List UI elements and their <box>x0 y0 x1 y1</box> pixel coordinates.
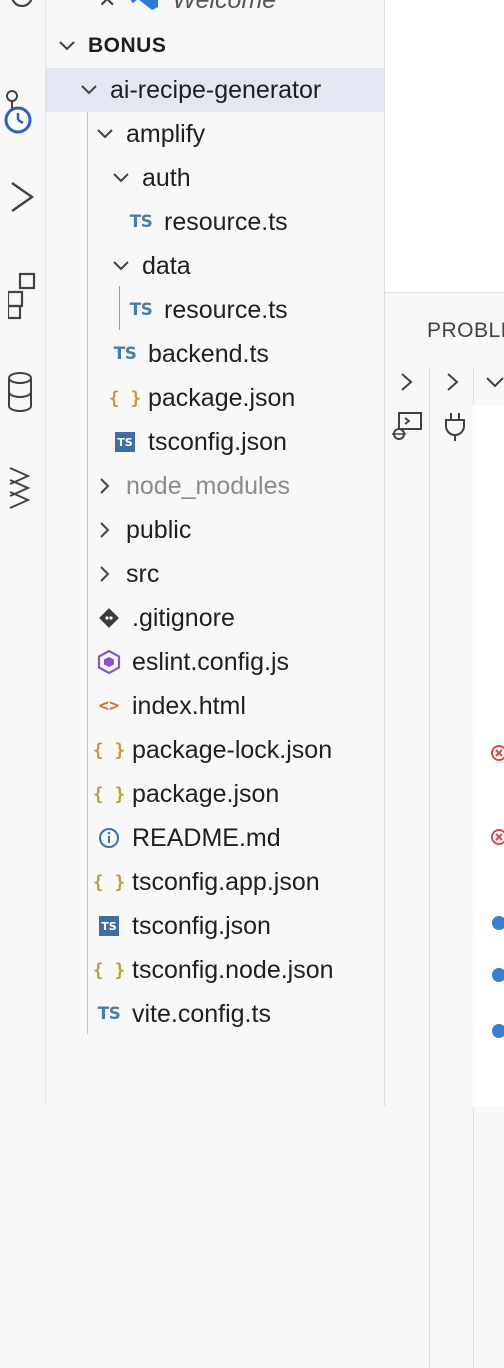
info-dot-icon[interactable] <box>489 913 504 938</box>
tree-item-label: ai-recipe-generator <box>110 75 322 104</box>
info-file-icon <box>94 827 124 849</box>
chevron-down-icon <box>94 123 116 145</box>
panel-column <box>385 368 430 1368</box>
json-file-icon: { } <box>92 871 126 893</box>
tree-item-label: resource.ts <box>164 207 288 236</box>
json-file-icon: { } <box>92 783 126 805</box>
typescript-file-icon: TS <box>129 300 153 320</box>
chevron-right-icon <box>94 475 116 497</box>
tree-item-label: package-lock.json <box>132 735 333 764</box>
file-row[interactable]: <> index.html <box>46 684 384 728</box>
file-row[interactable]: .gitignore <box>46 596 384 640</box>
bottom-panel: PROBLE <box>385 292 504 1368</box>
folder-row[interactable]: public <box>46 508 384 552</box>
tsconfig-file-icon: TS <box>94 916 124 936</box>
html-file-icon: <> <box>98 696 120 716</box>
tree-item-label: eslint.config.js <box>132 647 290 676</box>
editor-area <box>385 0 504 292</box>
tree-item-label: .gitignore <box>132 603 235 632</box>
tree-item-label: backend.ts <box>148 339 269 368</box>
chevron-down-icon <box>56 35 78 57</box>
tree-item-label: auth <box>142 163 191 192</box>
tree-item-label: tsconfig.json <box>132 911 271 940</box>
folder-row[interactable]: auth <box>46 156 384 200</box>
folder-row[interactable]: amplify <box>46 112 384 156</box>
close-icon[interactable]: ✕ <box>98 0 116 13</box>
file-row[interactable]: TS tsconfig.json <box>46 904 384 948</box>
typescript-file-icon: TS <box>129 212 153 232</box>
section-header-bonus[interactable]: BONUS <box>46 24 384 68</box>
tree-item-label: index.html <box>132 691 246 720</box>
error-icon[interactable] <box>489 827 504 852</box>
tree-item-label: tsconfig.node.json <box>132 955 334 984</box>
file-row[interactable]: { } package-lock.json <box>46 728 384 772</box>
file-row[interactable]: eslint.config.js <box>46 640 384 684</box>
file-row[interactable]: TS tsconfig.json <box>46 420 384 464</box>
layers-icon[interactable] <box>0 462 45 512</box>
chevron-down-icon[interactable] <box>485 375 504 396</box>
tree-item-label: data <box>142 251 191 280</box>
tree-item-label: src <box>126 559 160 588</box>
chevron-right-icon[interactable] <box>445 371 461 398</box>
tree-item-label: tsconfig.app.json <box>132 867 320 896</box>
folder-row[interactable]: src <box>46 552 384 596</box>
folder-row[interactable]: data <box>46 244 384 288</box>
tree-item-label: README.md <box>132 823 281 852</box>
extensions-icon[interactable] <box>0 270 45 320</box>
plug-icon[interactable] <box>443 411 467 448</box>
error-icon[interactable] <box>489 743 504 768</box>
eslint-file-icon <box>94 650 124 674</box>
debug-console-icon[interactable] <box>391 411 425 448</box>
tree-item-label: node_modules <box>126 471 291 500</box>
source-control-history-icon[interactable] <box>0 88 45 136</box>
open-editor-welcome[interactable]: ✕ Welcome <box>46 0 384 22</box>
chevron-down-icon <box>78 79 100 101</box>
chevron-down-icon <box>110 255 132 277</box>
typescript-file-icon: TS <box>97 1004 121 1024</box>
tsconfig-file-icon: TS <box>110 432 140 452</box>
chevron-down-icon <box>110 167 132 189</box>
database-icon[interactable] <box>0 370 45 416</box>
vscode-logo-icon <box>130 0 160 19</box>
folder-row[interactable]: ai-recipe-generator <box>46 68 384 112</box>
json-file-icon: { } <box>108 387 142 409</box>
info-dot-icon[interactable] <box>489 1021 504 1046</box>
explorer-sidebar: ✕ Welcome BONUS ai-recipe-generator ampli… <box>46 0 385 1106</box>
chevron-right-icon[interactable] <box>399 371 415 398</box>
tree-item-label: package.json <box>132 779 280 808</box>
info-dot-icon[interactable] <box>489 965 504 990</box>
search-icon[interactable] <box>0 0 45 14</box>
run-debug-icon[interactable] <box>0 180 45 214</box>
tree-item-label: vite.config.ts <box>132 999 271 1028</box>
tab-problems[interactable]: PROBLE <box>427 319 504 343</box>
json-file-icon: { } <box>92 959 126 981</box>
file-row[interactable]: { } package.json <box>46 376 384 420</box>
git-file-icon <box>94 608 124 628</box>
panel-column <box>429 368 474 1368</box>
tree-item-label: public <box>126 515 192 544</box>
section-title: BONUS <box>88 34 167 57</box>
tree-item-label: package.json <box>148 383 296 412</box>
file-row[interactable]: TS resource.ts <box>46 200 384 244</box>
file-row[interactable]: TS backend.ts <box>46 332 384 376</box>
tree-item-label: amplify <box>126 119 206 148</box>
file-row[interactable]: README.md <box>46 816 384 860</box>
open-editor-label: Welcome <box>172 0 276 15</box>
file-row[interactable]: TS resource.ts <box>46 288 384 332</box>
json-file-icon: { } <box>92 739 126 761</box>
file-row[interactable]: { } tsconfig.app.json <box>46 860 384 904</box>
folder-row[interactable]: node_modules <box>46 464 384 508</box>
file-row[interactable]: { } tsconfig.node.json <box>46 948 384 992</box>
typescript-file-icon: TS <box>113 344 137 364</box>
activity-bar <box>0 0 46 1106</box>
tree-item-label: tsconfig.json <box>148 427 287 456</box>
file-row[interactable]: { } package.json <box>46 772 384 816</box>
tree-item-label: resource.ts <box>164 295 288 324</box>
file-row[interactable]: TS vite.config.ts <box>46 992 384 1036</box>
chevron-right-icon <box>94 563 116 585</box>
chevron-right-icon <box>94 519 116 541</box>
